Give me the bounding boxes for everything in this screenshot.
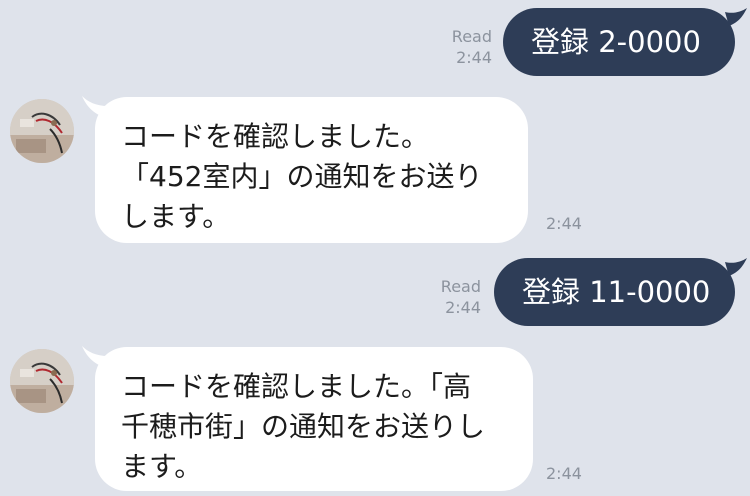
outgoing-message-bubble[interactable]: 登録 2-0000 [503,8,735,76]
message-text: 登録 2-0000 [531,25,701,59]
message-line: ます。 [121,450,203,483]
incoming-message-bubble[interactable]: コードを確認しました。 「452室内」の通知をお送り します。 [95,97,528,243]
bubble-tail-out [725,8,747,26]
chat-thread: Read 2:44 登録 2-0000 コードを確認しました。 「452室内」の… [0,0,750,496]
message-time: 2:44 [456,48,492,67]
message-line: コードを確認しました。 [121,120,430,153]
avatar[interactable] [10,99,74,163]
message-time: 2:44 [546,464,582,483]
bubble-tail-out [725,258,747,276]
message-time: 2:44 [546,214,582,233]
message-line: します。 [121,200,231,233]
message-3-meta: Read 2:44 [421,276,481,318]
avatar-photo-icon [10,349,74,413]
read-receipt: Read [451,27,492,46]
message-line: コードを確認しました。「高 [121,370,472,403]
outgoing-message-bubble[interactable]: 登録 11-0000 [494,258,735,326]
message-time: 2:44 [445,298,481,317]
message-1-meta: Read 2:44 [432,26,492,68]
avatar-photo-icon [10,99,74,163]
message-text: 登録 11-0000 [522,275,711,309]
avatar[interactable] [10,349,74,413]
incoming-message-bubble[interactable]: コードを確認しました。「高 千穂市街」の通知をお送りし ます。 [95,347,533,491]
read-receipt: Read [440,277,481,296]
message-line: 「452室内」の通知をお送り [121,160,483,193]
message-line: 千穂市街」の通知をお送りし [121,410,486,443]
